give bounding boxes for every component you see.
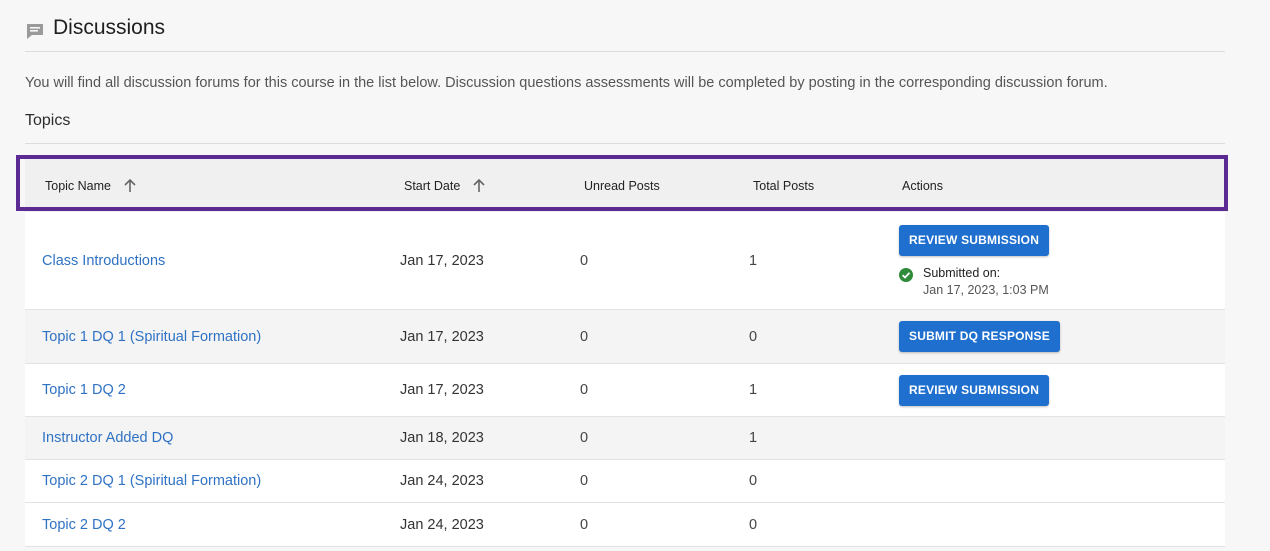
unread-posts-cell: 0 [580,328,589,345]
table-row: Topic 1 DQ 1 (Spiritual Formation) Jan 1… [25,310,1225,364]
column-header-actions-label: Actions [902,178,943,193]
topic-link[interactable]: Topic 2 DQ 1 (Spiritual Formation) [42,473,261,489]
column-header-start-date-label: Start Date [404,178,461,193]
column-header-total-posts: Total Posts [753,159,814,212]
topics-table: Topic Name Start Date Unread Posts Total… [25,159,1225,547]
start-date-cell: Jan 24, 2023 [400,473,484,489]
check-circle-icon [899,267,913,282]
discussion-bubble-icon [27,24,43,39]
column-header-topic-name-label: Topic Name [45,178,111,193]
unread-posts-cell: 0 [580,252,589,269]
submitted-status: Submitted on: Jan 17, 2023, 1:03 PM [899,266,1049,297]
topic-link[interactable]: Instructor Added DQ [42,430,173,446]
submitted-label: Submitted on: [923,265,1001,280]
table-row: Topic 2 DQ 1 (Spiritual Formation) Jan 2… [25,460,1225,503]
table-row: Topic 2 DQ 2 Jan 24, 2023 0 0 [25,503,1225,547]
total-posts-cell: 1 [749,430,758,446]
submitted-time: Jan 17, 2023, 1:03 PM [923,282,1049,297]
topic-link[interactable]: Class Introductions [42,253,165,269]
sort-arrow-up-icon[interactable] [123,178,137,193]
topic-link[interactable]: Topic 1 DQ 1 (Spiritual Formation) [42,329,261,345]
unread-posts-cell: 0 [580,473,589,489]
column-header-unread-posts: Unread Posts [584,159,660,212]
total-posts-cell: 1 [749,252,758,269]
discussions-page: Discussions You will find all discussion… [0,0,1270,551]
section-divider [25,143,1225,144]
topic-link[interactable]: Topic 2 DQ 2 [42,517,126,533]
total-posts-cell: 1 [749,382,758,398]
page-description: You will find all discussion forums for … [25,75,1108,91]
column-header-start-date[interactable]: Start Date [404,159,486,212]
table-row: Class Introductions Jan 17, 2023 0 1 REV… [25,212,1225,310]
unread-posts-cell: 0 [580,516,589,533]
table-row: Topic 1 DQ 2 Jan 17, 2023 0 1 REVIEW SUB… [25,364,1225,417]
sort-arrow-up-icon[interactable] [472,178,486,193]
start-date-cell: Jan 17, 2023 [400,328,484,345]
start-date-cell: Jan 18, 2023 [400,430,484,446]
section-label-topics: Topics [25,112,71,129]
unread-posts-cell: 0 [580,382,589,398]
total-posts-cell: 0 [749,516,758,533]
table-header-row: Topic Name Start Date Unread Posts Total… [25,159,1225,212]
review-submission-button[interactable]: REVIEW SUBMISSION [899,224,1050,256]
start-date-cell: Jan 17, 2023 [400,382,484,398]
table-row: Instructor Added DQ Jan 18, 2023 0 1 [25,417,1225,460]
review-submission-button[interactable]: REVIEW SUBMISSION [899,374,1050,406]
page-title: Discussions [53,16,166,39]
unread-posts-cell: 0 [580,430,589,446]
column-header-unread-posts-label: Unread Posts [584,178,660,193]
start-date-cell: Jan 17, 2023 [400,252,484,269]
column-header-total-posts-label: Total Posts [753,178,815,193]
total-posts-cell: 0 [749,473,758,489]
column-header-actions: Actions [902,159,943,212]
total-posts-cell: 0 [749,328,758,345]
column-header-topic-name[interactable]: Topic Name [45,159,137,212]
topic-link[interactable]: Topic 1 DQ 2 [42,382,126,398]
submit-dq-response-button[interactable]: SUBMIT DQ RESPONSE [899,321,1060,352]
page-header: Discussions [25,14,1225,52]
start-date-cell: Jan 24, 2023 [400,516,484,533]
